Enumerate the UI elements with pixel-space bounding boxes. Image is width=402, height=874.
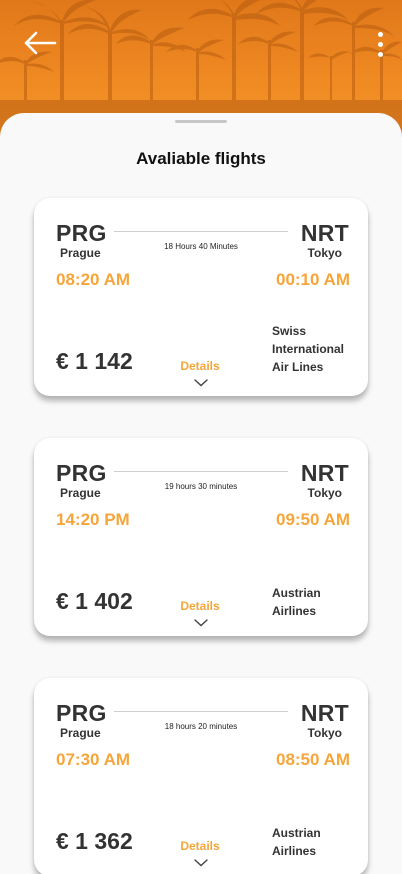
flight-card[interactable]: PRG Prague 18 hours 20 minutes NRT Tokyo… [34,678,368,874]
flight-duration: 19 hours 30 minutes [164,482,238,491]
origin-city: Prague [60,246,101,260]
flight-price: € 1 142 [56,348,133,374]
arrival-time: 00:10 AM [275,270,350,289]
origin-city: Prague [60,486,101,500]
chevron-down-icon[interactable] [194,859,208,867]
origin-code: PRG [56,700,107,726]
chevron-down-icon[interactable] [194,379,208,387]
more-vertical-icon [377,32,383,37]
airline-name: Austrian Airlines [272,586,321,618]
origin-city: Prague [60,726,101,740]
page-title: Avaliable flights [136,149,266,168]
arrival-time: 08:50 AM [275,750,350,769]
origin-code: PRG [56,220,107,246]
flight-card[interactable]: PRG Prague 19 hours 30 minutes NRT Tokyo… [34,438,368,636]
route-line [114,231,288,232]
airline-name: Swiss International Air Lines [272,324,345,374]
details-link[interactable]: Details [180,359,220,373]
details-link[interactable]: Details [180,839,220,853]
drag-handle[interactable] [175,120,227,123]
destination-city: Tokyo [307,726,342,740]
details-link[interactable]: Details [180,599,220,613]
destination-code: NRT [300,700,349,726]
airline-name: Austrian Airlines [272,826,321,858]
more-options-button[interactable] [372,28,388,62]
destination-city: Tokyo [307,486,342,500]
destination-code: NRT [300,460,349,486]
departure-time: 14:20 PM [56,510,130,529]
departure-time: 08:20 AM [56,270,131,289]
destination-city: Tokyo [307,246,342,260]
arrow-left-icon [24,31,57,55]
route-line [114,711,288,712]
destination-code: NRT [300,220,349,246]
flight-duration: 18 Hours 40 Minutes [164,242,238,251]
flight-duration: 18 hours 20 minutes [164,722,238,731]
back-button[interactable] [18,26,62,60]
origin-code: PRG [56,460,107,486]
chevron-down-icon[interactable] [194,619,208,627]
arrival-time: 09:50 AM [275,510,350,529]
flight-price: € 1 362 [56,828,133,854]
flight-card[interactable]: PRG Prague 18 Hours 40 Minutes NRT Tokyo… [34,198,368,396]
flight-price: € 1 402 [56,588,133,614]
departure-time: 07:30 AM [56,750,131,769]
route-line [114,471,288,472]
